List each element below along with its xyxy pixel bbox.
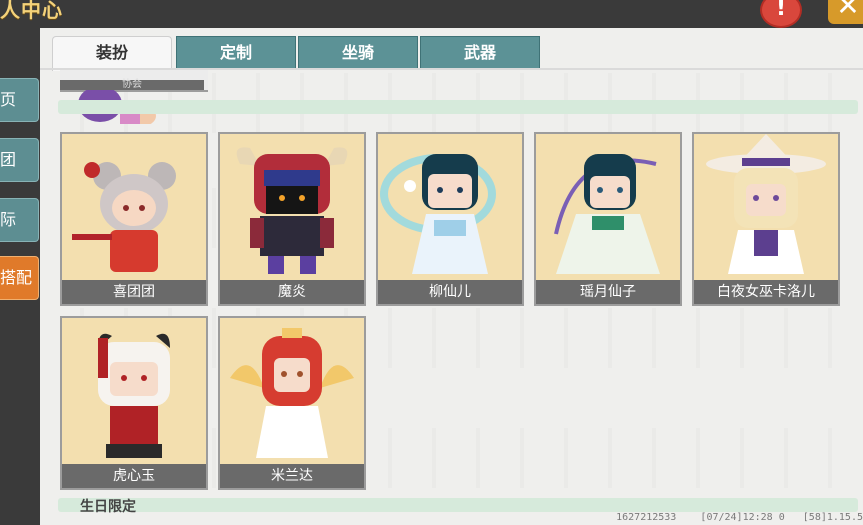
card-baiyenvwu[interactable]: 白夜女巫卡洛儿 (692, 132, 840, 306)
sidebar-item-social[interactable]: 际 (0, 198, 39, 242)
character-art (72, 162, 176, 272)
debug-footer: 1627212533 [07/24]12:28 0 [58]1.15.5 (616, 512, 863, 523)
card-huxinyu[interactable]: 虎心玉 (60, 316, 208, 490)
card-name: 魔炎 (220, 280, 364, 304)
card-liuxianer[interactable]: 柳仙儿 (376, 132, 524, 306)
partial-card[interactable]: 协会 (60, 70, 208, 124)
card-moyan[interactable]: 魔炎 (218, 132, 366, 306)
card-milanda[interactable]: 米兰达 (218, 316, 366, 490)
card-name: 虎心玉 (62, 464, 206, 488)
card-name: 柳仙儿 (378, 280, 522, 304)
character-art (380, 154, 496, 274)
character-art (230, 328, 354, 458)
footer-id: 1627212533 (616, 512, 677, 523)
sidebar-item-team[interactable]: 团 (0, 138, 39, 182)
content-panel: 装扮 定制 坐骑 武器 协会 喜团团 魔炎 柳仙儿 瑶月仙子 白夜女巫卡洛儿 虎… (40, 28, 863, 525)
card-name: 白夜女巫卡洛儿 (694, 280, 838, 304)
section-heading: 生日限定 (80, 499, 136, 515)
page-title: 人中心 (0, 0, 63, 22)
sidebar-item-home[interactable]: 页 (0, 78, 39, 122)
sidebar-item-outfit[interactable]: 搭配 (0, 256, 39, 300)
sidebar: 页 团 际 搭配 (0, 28, 40, 525)
card-name: 米兰达 (220, 464, 364, 488)
close-button[interactable]: ✕ (828, 0, 863, 24)
character-art (554, 154, 660, 274)
title-bar: 人中心 ! ✕ (0, 0, 863, 28)
card-name: 瑶月仙子 (536, 280, 680, 304)
character-art (78, 86, 156, 124)
section-divider (58, 100, 858, 114)
tab-mount[interactable]: 坐骑 (298, 36, 418, 70)
partial-card-label: 协会 (60, 80, 204, 90)
footer-version: [58]1.15.5 (802, 512, 863, 523)
card-yaoyuexianzi[interactable]: 瑶月仙子 (534, 132, 682, 306)
section-divider (58, 498, 858, 512)
footer-date: [07/24]12:28 0 (700, 512, 785, 523)
warning-icon[interactable]: ! (760, 0, 802, 28)
tab-weapon[interactable]: 武器 (420, 36, 540, 70)
character-art (236, 147, 348, 274)
character-art (98, 333, 170, 458)
card-xituantuan[interactable]: 喜团团 (60, 132, 208, 306)
character-art (706, 134, 826, 274)
card-name: 喜团团 (62, 280, 206, 304)
